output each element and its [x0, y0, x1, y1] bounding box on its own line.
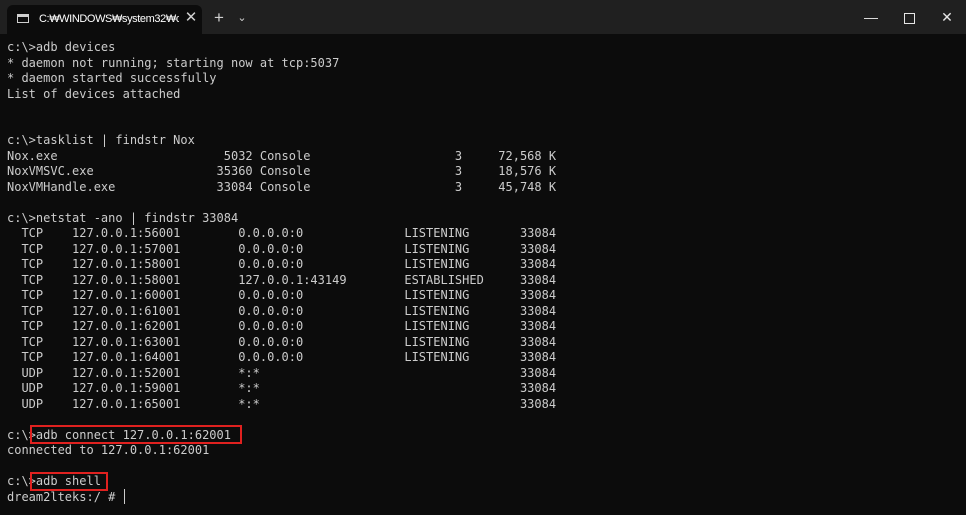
terminal-line: TCP 127.0.0.1:61001 0.0.0.0:0 LISTENING …: [7, 303, 557, 318]
terminal-line: NoxVMSVC.exe 35360 Console 3 18,576 K: [7, 164, 557, 178]
terminal-line: connected to 127.0.0.1:62001: [7, 443, 210, 457]
terminal-line: TCP 127.0.0.1:58001 0.0.0.0:0 LISTENING …: [7, 257, 557, 271]
vertical-scrollbar[interactable]: [956, 40, 960, 508]
terminal-line: UDP 127.0.0.1:65001 *:* 33084: [7, 396, 557, 411]
terminal-line: TCP 127.0.0.1:58001 127.0.0.1:43149 ESTA…: [7, 272, 557, 287]
highlight-box-adb-shell: [30, 472, 108, 491]
close-button[interactable]: ✕: [928, 0, 966, 34]
terminal-line: UDP 127.0.0.1:52001 *:* 33084: [7, 365, 557, 380]
terminal-line: c:\>netstat -ano | findstr 33084: [7, 210, 239, 225]
terminal-line: TCP 127.0.0.1:64001 0.0.0.0:0 LISTENING …: [7, 350, 557, 364]
terminal-window: C:₩WINDOWS₩system32₩cmd.exe ✕ + ⌄ — ✕ c:…: [0, 0, 966, 515]
tab-close-icon[interactable]: ✕: [183, 10, 199, 26]
maximize-button[interactable]: [890, 0, 928, 34]
tab-title: C:₩WINDOWS₩system32₩cmd.exe: [39, 13, 179, 25]
tab-cmd[interactable]: C:₩WINDOWS₩system32₩cmd.exe ✕: [7, 5, 202, 34]
terminal-line: c:\>adb devices: [7, 40, 116, 54]
terminal-icon: [17, 14, 29, 23]
terminal-line: TCP 127.0.0.1:57001 0.0.0.0:0 LISTENING …: [7, 241, 557, 256]
terminal-line: dream2lteks:/ #: [7, 489, 123, 504]
terminal-line: NoxVMHandle.exe 33084 Console 3 45,748 K: [7, 179, 557, 194]
terminal-line: UDP 127.0.0.1:59001 *:* 33084: [7, 381, 557, 395]
terminal-line: * daemon started successfully: [7, 71, 217, 85]
terminal-line: List of devices attached: [7, 86, 181, 101]
terminal-line: TCP 127.0.0.1:63001 0.0.0.0:0 LISTENING …: [7, 334, 557, 349]
terminal-line: c:\>tasklist | findstr Nox: [7, 133, 195, 147]
terminal-line: TCP 127.0.0.1:60001 0.0.0.0:0 LISTENING …: [7, 288, 557, 302]
terminal-line: Nox.exe 5032 Console 3 72,568 K: [7, 148, 557, 163]
chevron-down-icon[interactable]: ⌄: [233, 8, 251, 28]
highlight-box-adb-connect: [30, 425, 242, 444]
title-bar: C:₩WINDOWS₩system32₩cmd.exe ✕ + ⌄ — ✕: [0, 0, 966, 34]
maximize-icon: [903, 12, 915, 24]
minimize-button[interactable]: —: [852, 0, 890, 34]
terminal-line: * daemon not running; starting now at tc…: [7, 55, 340, 70]
terminal-line: TCP 127.0.0.1:62001 0.0.0.0:0 LISTENING …: [7, 319, 557, 333]
terminal-line: TCP 127.0.0.1:56001 0.0.0.0:0 LISTENING …: [7, 226, 557, 240]
text-cursor: [124, 489, 125, 504]
new-tab-button[interactable]: +: [208, 8, 230, 28]
